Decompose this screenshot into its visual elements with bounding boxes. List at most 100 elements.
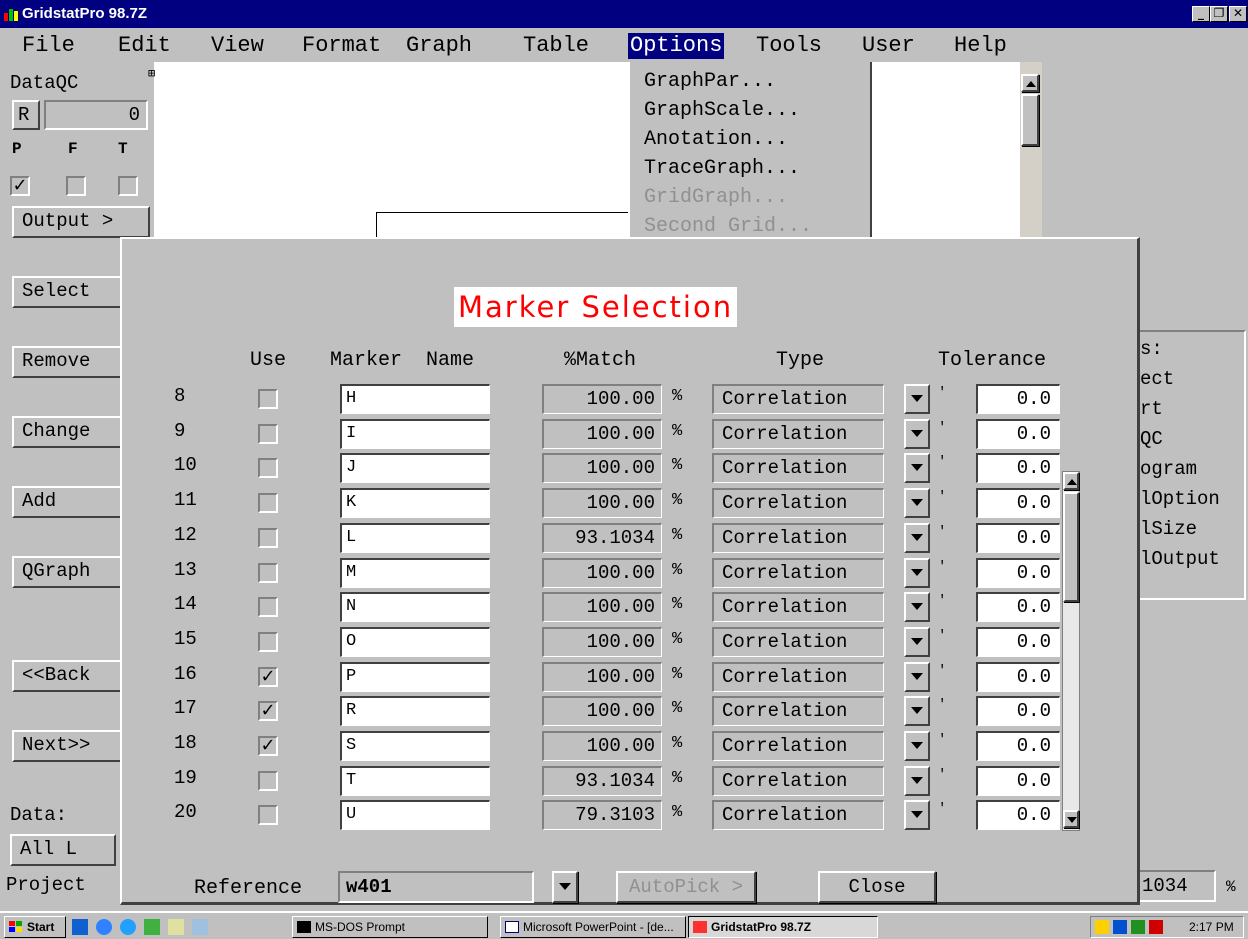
tolerance-field[interactable]: 0.0 — [976, 592, 1060, 623]
close-button[interactable]: Close — [818, 871, 936, 903]
marker-name-field[interactable]: S — [340, 731, 490, 761]
right-item[interactable]: ogram — [1140, 458, 1197, 480]
menu-item-graphpar[interactable]: GraphPar... — [644, 70, 776, 98]
tolerance-scrollbar[interactable] — [1062, 471, 1080, 831]
scroll-thumb[interactable] — [1063, 492, 1079, 602]
type-dropdown-button[interactable] — [904, 661, 930, 692]
use-checkbox[interactable]: ✓ — [258, 736, 278, 756]
clock[interactable]: 2:17 PM — [1189, 920, 1234, 934]
r-value-field[interactable]: 0 — [44, 100, 148, 130]
canvas-scrollbar[interactable] — [1020, 62, 1042, 242]
type-select[interactable]: Correlation — [712, 731, 884, 761]
type-dropdown-button[interactable] — [904, 488, 930, 519]
start-button[interactable]: Start — [4, 916, 66, 938]
f-checkbox[interactable] — [66, 176, 86, 196]
marker-name-field[interactable]: T — [340, 765, 490, 796]
tolerance-field[interactable]: 0.0 — [976, 453, 1060, 484]
back-button[interactable]: <<Back — [12, 660, 122, 692]
task-gridstat[interactable]: GridstatPro 98.7Z — [688, 916, 878, 938]
tolerance-field[interactable]: 0.0 — [976, 661, 1060, 692]
menu-graph[interactable]: Graph — [404, 33, 474, 59]
type-select[interactable]: Correlation — [712, 384, 884, 414]
right-item[interactable]: QC — [1140, 428, 1163, 450]
menu-format[interactable]: Format — [300, 33, 383, 59]
type-dropdown-button[interactable] — [904, 453, 930, 484]
menu-file[interactable]: File — [20, 33, 77, 59]
desktop-icon[interactable] — [72, 919, 88, 935]
tolerance-field[interactable]: 0.0 — [976, 384, 1060, 414]
type-dropdown-button[interactable] — [904, 384, 930, 414]
browser-icon[interactable] — [96, 919, 112, 935]
use-checkbox[interactable] — [258, 562, 278, 583]
reference-dropdown-button[interactable] — [552, 871, 578, 903]
type-dropdown-button[interactable] — [904, 557, 930, 588]
next-button[interactable]: Next>> — [12, 730, 122, 762]
use-checkbox[interactable] — [258, 389, 278, 409]
marker-name-field[interactable]: I — [340, 418, 490, 449]
type-dropdown-button[interactable] — [904, 418, 930, 449]
scroll-thumb[interactable] — [1021, 94, 1039, 146]
marker-name-field[interactable]: J — [340, 453, 490, 484]
type-select[interactable]: Correlation — [712, 696, 884, 727]
menu-options[interactable]: Options — [628, 33, 725, 59]
select-button[interactable]: Select — [12, 276, 122, 308]
marker-name-field[interactable]: O — [340, 626, 490, 657]
r-button[interactable]: R — [12, 100, 40, 130]
type-select[interactable]: Correlation — [712, 557, 884, 588]
menu-item-anotation[interactable]: Anotation... — [644, 128, 788, 156]
autopick-button[interactable]: AutoPick > — [616, 871, 756, 903]
use-checkbox[interactable]: ✓ — [258, 666, 278, 687]
remove-button[interactable]: Remove — [12, 346, 122, 378]
use-checkbox[interactable] — [258, 458, 278, 479]
marker-name-field[interactable]: H — [340, 384, 490, 414]
ie-icon[interactable] — [120, 919, 136, 935]
title-bar[interactable]: GridstatPro 98.7Z _ ❐ ✕ — [0, 0, 1248, 28]
right-item[interactable]: lOption — [1140, 488, 1220, 510]
type-select[interactable]: Correlation — [712, 765, 884, 796]
output-button[interactable]: Output > — [12, 206, 150, 238]
type-dropdown-button[interactable] — [904, 731, 930, 761]
data-select[interactable]: All L — [10, 834, 116, 866]
type-dropdown-button[interactable] — [904, 696, 930, 727]
marker-name-field[interactable]: L — [340, 522, 490, 553]
tolerance-field[interactable]: 0.0 — [976, 418, 1060, 449]
type-select[interactable]: Correlation — [712, 661, 884, 692]
expand-icon[interactable]: ⊞ — [148, 66, 155, 81]
tool-icon[interactable] — [192, 919, 208, 935]
use-checkbox[interactable]: ✓ — [258, 701, 278, 722]
scroll-down-button[interactable] — [1063, 810, 1079, 828]
add-button[interactable]: Add — [12, 486, 122, 518]
use-checkbox[interactable] — [258, 527, 278, 548]
use-checkbox[interactable] — [258, 493, 278, 514]
use-checkbox[interactable] — [258, 423, 278, 444]
type-dropdown-button[interactable] — [904, 765, 930, 796]
marker-name-field[interactable]: M — [340, 557, 490, 588]
type-dropdown-button[interactable] — [904, 800, 930, 831]
graph-canvas[interactable] — [154, 62, 1020, 242]
right-item[interactable]: lOutput — [1140, 548, 1220, 570]
type-select[interactable]: Correlation — [712, 418, 884, 449]
type-select[interactable]: Correlation — [712, 453, 884, 484]
marker-name-field[interactable]: U — [340, 800, 490, 831]
tolerance-field[interactable]: 0.0 — [976, 696, 1060, 727]
task-msdos[interactable]: MS-DOS Prompt — [292, 916, 488, 938]
tolerance-field[interactable]: 0.0 — [976, 765, 1060, 796]
type-select[interactable]: Correlation — [712, 592, 884, 623]
tolerance-field[interactable]: 0.0 — [976, 800, 1060, 831]
right-item[interactable]: lSize — [1140, 518, 1197, 540]
network-icon[interactable] — [1113, 920, 1127, 934]
tray-app-icon[interactable] — [1131, 920, 1145, 934]
use-checkbox[interactable] — [258, 631, 278, 652]
scroll-up-button[interactable] — [1021, 74, 1039, 92]
tolerance-field[interactable]: 0.0 — [976, 731, 1060, 761]
minimize-button[interactable]: _ — [1192, 6, 1210, 22]
tolerance-field[interactable]: 0.0 — [976, 557, 1060, 588]
channels-icon[interactable] — [144, 919, 160, 935]
close-window-button[interactable]: ✕ — [1229, 6, 1247, 22]
type-dropdown-button[interactable] — [904, 626, 930, 657]
change-button[interactable]: Change — [12, 416, 122, 448]
use-checkbox[interactable] — [258, 597, 278, 618]
menu-edit[interactable]: Edit — [116, 33, 173, 59]
task-powerpoint[interactable]: Microsoft PowerPoint - [de... — [500, 916, 686, 938]
type-select[interactable]: Correlation — [712, 488, 884, 519]
